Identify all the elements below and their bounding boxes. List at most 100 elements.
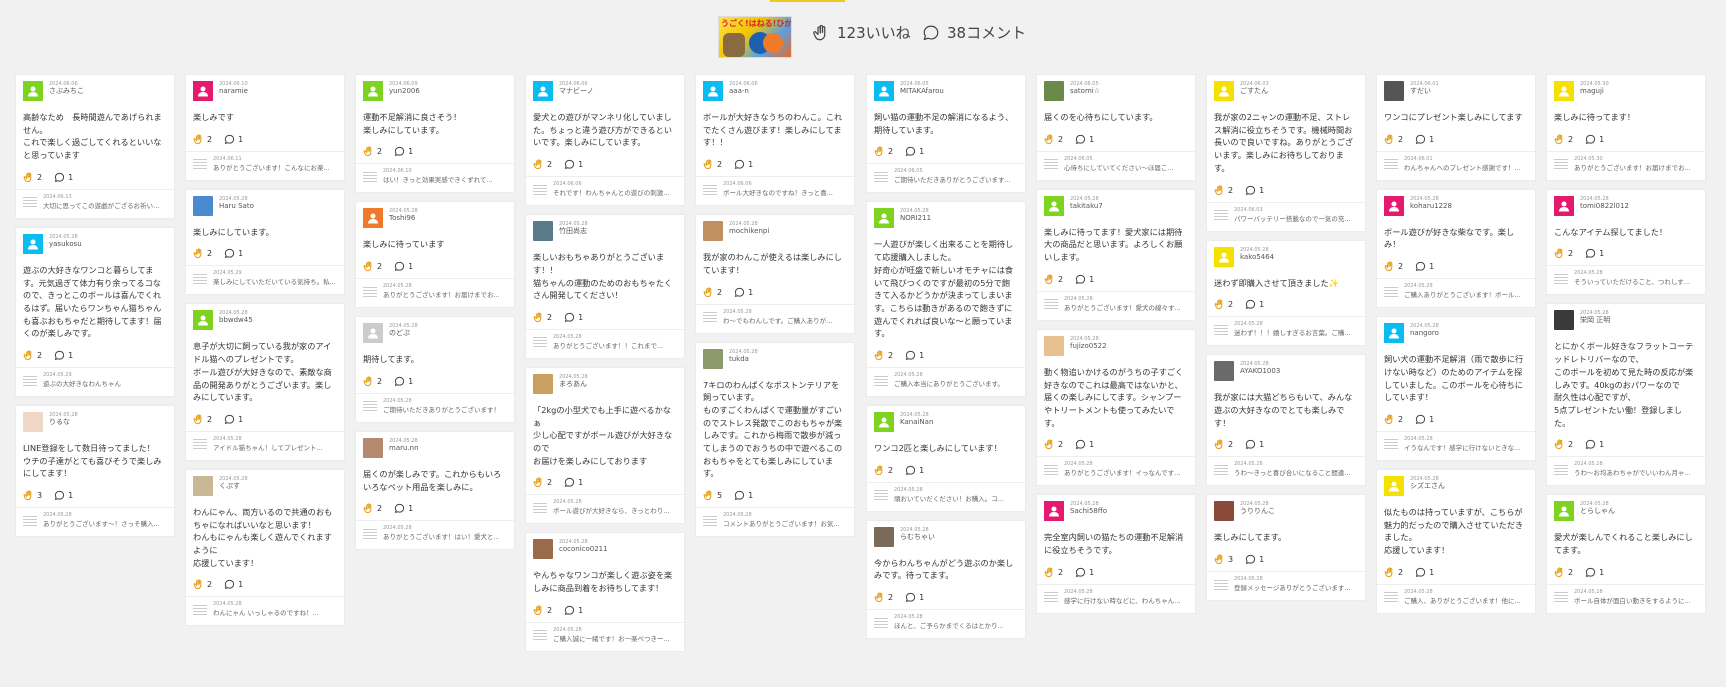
- reply-button[interactable]: 1: [564, 312, 583, 323]
- owner-reply[interactable]: 2024.05.28 ありがとうございます！イっなんです...: [1037, 456, 1195, 485]
- owner-reply[interactable]: 2024.05.28 ご購入本当にありがとうございます。: [867, 367, 1025, 396]
- avatar[interactable]: [23, 412, 43, 433]
- user-name[interactable]: kako5464: [1240, 253, 1274, 261]
- reply-button[interactable]: 1: [564, 605, 583, 616]
- user-name[interactable]: naramie: [219, 87, 248, 95]
- avatar[interactable]: [1384, 195, 1404, 216]
- like-button[interactable]: 2: [1044, 134, 1063, 145]
- owner-reply[interactable]: 2024.05.28 ありがとうございます！愛犬の線々す...: [1037, 290, 1195, 320]
- reply-button[interactable]: 1: [1075, 439, 1094, 450]
- reply-button[interactable]: 1: [1585, 134, 1604, 145]
- like-button[interactable]: 2: [193, 248, 212, 259]
- user-name[interactable]: すだい: [1410, 87, 1439, 95]
- user-name[interactable]: fujizo0522: [1070, 342, 1107, 350]
- like-button[interactable]: 2: [23, 350, 42, 361]
- like-button[interactable]: 2: [363, 261, 382, 272]
- owner-reply[interactable]: 2024.05.28 イうなんです！感学に行けないときな...: [1377, 430, 1535, 460]
- user-name[interactable]: bbwdw45: [219, 316, 253, 324]
- avatar[interactable]: [23, 81, 43, 101]
- like-button[interactable]: 2: [1384, 134, 1403, 145]
- user-name[interactable]: KanaiNan: [900, 418, 933, 426]
- reply-button[interactable]: 1: [1415, 261, 1434, 272]
- user-name[interactable]: マナビーノ: [559, 87, 594, 95]
- reply-button[interactable]: 1: [1075, 567, 1094, 578]
- owner-reply[interactable]: 2024.05.29 遊ぶの大好きなわんちゃん: [16, 367, 174, 396]
- avatar[interactable]: [1384, 81, 1404, 101]
- avatar[interactable]: [703, 81, 723, 101]
- like-button[interactable]: 2: [874, 146, 893, 157]
- like-button[interactable]: 2: [1214, 184, 1233, 196]
- reply-button[interactable]: 1: [1415, 567, 1434, 578]
- owner-reply[interactable]: 2024.06.11 ありがとうございます！こんなにお楽...: [186, 150, 344, 180]
- likes-count[interactable]: 123いいね: [812, 22, 911, 43]
- avatar[interactable]: [1554, 81, 1574, 101]
- like-button[interactable]: 2: [363, 503, 382, 514]
- owner-reply[interactable]: 2024.05.28 ありがとうございます！！これまで...: [526, 328, 684, 358]
- owner-reply[interactable]: 2024.05.28 ご購入、ありがとうございます！他に...: [1377, 583, 1535, 613]
- avatar[interactable]: [1044, 501, 1064, 522]
- like-button[interactable]: 2: [1214, 439, 1233, 450]
- owner-reply[interactable]: 2024.06.05 心待ちにしていてください〜ほ届こ...: [1037, 150, 1195, 180]
- reply-button[interactable]: 1: [905, 350, 924, 361]
- owner-reply[interactable]: 2024.05.28 ボール遊びが大好きなら、きっとわり...: [526, 494, 684, 523]
- reply-button[interactable]: 1: [394, 261, 413, 272]
- user-name[interactable]: とらしゃん: [1580, 507, 1615, 515]
- avatar[interactable]: [1044, 81, 1064, 101]
- like-button[interactable]: 2: [1554, 439, 1573, 450]
- like-button[interactable]: 2: [1554, 567, 1573, 578]
- reply-button[interactable]: 1: [224, 579, 243, 590]
- reply-button[interactable]: 1: [1415, 134, 1434, 145]
- reply-button[interactable]: 1: [224, 248, 243, 259]
- avatar[interactable]: [703, 348, 723, 369]
- like-button[interactable]: 2: [874, 350, 893, 361]
- owner-reply[interactable]: 2024.05.28 わんにゃん いっしゃるのですね！...: [186, 596, 344, 625]
- like-button[interactable]: 2: [363, 376, 382, 387]
- reply-button[interactable]: 1: [734, 287, 753, 298]
- avatar[interactable]: [363, 437, 383, 458]
- like-button[interactable]: 2: [1554, 134, 1573, 145]
- user-name[interactable]: aaa-n: [729, 87, 758, 95]
- user-name[interactable]: 竹田尚志: [559, 227, 588, 235]
- like-button[interactable]: 2: [1384, 261, 1403, 272]
- reply-button[interactable]: 1: [1075, 134, 1094, 145]
- like-button[interactable]: 2: [874, 592, 893, 603]
- avatar[interactable]: [533, 373, 553, 394]
- reply-button[interactable]: 1: [564, 477, 583, 488]
- avatar[interactable]: [1214, 246, 1234, 267]
- avatar[interactable]: [1384, 323, 1404, 344]
- avatar[interactable]: [23, 233, 43, 254]
- reply-button[interactable]: 1: [1415, 414, 1434, 425]
- user-name[interactable]: mochikenpi: [729, 227, 769, 235]
- like-button[interactable]: 2: [193, 579, 212, 590]
- like-button[interactable]: 2: [193, 414, 212, 425]
- owner-reply[interactable]: 2024.05.28 頑おいていだください！お購入。コ...: [867, 481, 1025, 511]
- like-button[interactable]: 2: [1044, 567, 1063, 578]
- like-button[interactable]: 2: [874, 465, 893, 476]
- reply-button[interactable]: 1: [905, 146, 924, 157]
- owner-reply[interactable]: 2024.06.05 ご期待いただきありがとうございます...: [867, 163, 1025, 192]
- reply-button[interactable]: 1: [734, 159, 753, 170]
- reply-button[interactable]: 1: [54, 490, 73, 501]
- owner-reply[interactable]: 2024.05.28 ありがとうございます！はい！愛犬と...: [356, 520, 514, 549]
- avatar[interactable]: [874, 412, 894, 433]
- user-name[interactable]: うりりんこ: [1240, 507, 1275, 515]
- reply-button[interactable]: 1: [1585, 439, 1604, 450]
- user-name[interactable]: koharu1228: [1410, 202, 1452, 210]
- reply-button[interactable]: 1: [394, 503, 413, 514]
- reply-button[interactable]: 1: [1245, 185, 1264, 196]
- user-name[interactable]: くぷす: [219, 482, 248, 490]
- product-thumbnail[interactable]: うごく!はねる!ひかる!: [718, 16, 792, 58]
- user-name[interactable]: シズエさん: [1410, 482, 1445, 490]
- like-button[interactable]: 2: [533, 605, 552, 616]
- owner-reply[interactable]: 2024.06.03 パワーバッテリー搭載なので一気の充...: [1207, 201, 1365, 231]
- owner-reply[interactable]: 2024.05.28 感学に行けない時などに、わんちゃん...: [1037, 583, 1195, 613]
- user-name[interactable]: tomi0822l012: [1580, 202, 1629, 210]
- like-button[interactable]: 2: [363, 146, 382, 157]
- user-name[interactable]: tukda: [729, 355, 758, 363]
- like-button[interactable]: 2: [1384, 567, 1403, 578]
- user-name[interactable]: Sachi58ffo: [1070, 507, 1107, 515]
- avatar[interactable]: [1384, 475, 1404, 496]
- user-name[interactable]: maru.nn: [389, 444, 419, 452]
- user-name[interactable]: さぶみちこ: [49, 87, 84, 95]
- user-name[interactable]: satomi☆: [1070, 87, 1100, 95]
